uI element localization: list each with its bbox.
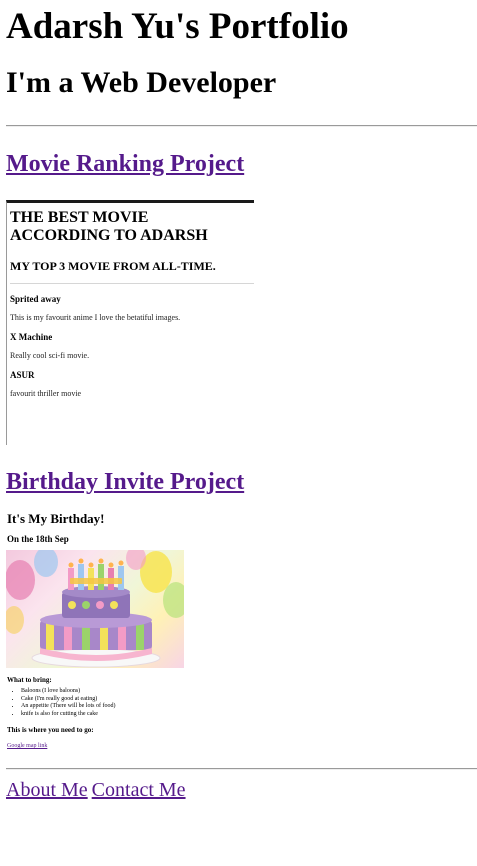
divider: [6, 767, 477, 770]
movie-divider: [10, 282, 254, 284]
movie-name: X Machine: [10, 331, 53, 342]
page-subtitle: I'm a Web Developer: [6, 65, 277, 99]
divider: [6, 124, 477, 127]
page: Adarsh Yu's Portfolio I'm a Web Develope…: [0, 0, 477, 802]
movie-name: ASUR: [10, 369, 35, 380]
birthday-cake-image: [6, 549, 184, 668]
movie-subheading: MY TOP 3 MOVIE FROM ALL-TIME.: [10, 258, 216, 273]
birthday-cake-icon: [6, 549, 184, 668]
list-item: knife is also for cutting the cake: [21, 711, 266, 719]
movie-description: This is my favourit anime I love the bet…: [10, 312, 181, 322]
about-me-link[interactable]: About Me: [6, 779, 88, 801]
google-map-link[interactable]: Google map link: [7, 743, 47, 749]
movie-description: Really cool sci-fi movie.: [10, 350, 90, 360]
movie-description: favourit thriller movie: [10, 388, 82, 398]
list-item: An appetite (There will be lots of food): [21, 703, 266, 711]
list-item: Baloons (I love baloons): [21, 688, 266, 696]
bring-list: Baloons (I love baloons) Cake (I'm reall…: [6, 688, 266, 719]
birthday-project-frame[interactable]: It's My Birthday! On the 18th Sep What t…: [6, 511, 266, 752]
movie-list-item: ASUR favourit thriller movie: [10, 370, 251, 398]
where-heading: This is where you need to go:: [7, 725, 94, 734]
bring-heading: What to bring:: [7, 675, 52, 684]
page-title: Adarsh Yu's Portfolio: [6, 6, 349, 47]
movie-project-link[interactable]: Movie Ranking Project: [6, 151, 244, 179]
movie-heading: THE BEST MOVIE ACCORDING TO ADARSH: [10, 209, 208, 245]
footer-nav: About Me Contact Me: [6, 779, 477, 802]
movie-list-item: X Machine Really cool sci-fi movie.: [10, 332, 251, 360]
birthday-project-link[interactable]: Birthday Invite Project: [6, 469, 244, 497]
contact-me-link[interactable]: Contact Me: [92, 779, 186, 801]
birthday-date: On the 18th Sep: [7, 533, 69, 544]
movie-name: Sprited away: [10, 293, 61, 304]
movie-project-frame[interactable]: THE BEST MOVIE ACCORDING TO ADARSH MY TO…: [6, 200, 254, 446]
movie-list-item: Sprited away This is my favourit anime I…: [10, 294, 251, 322]
birthday-heading: It's My Birthday!: [7, 510, 105, 526]
